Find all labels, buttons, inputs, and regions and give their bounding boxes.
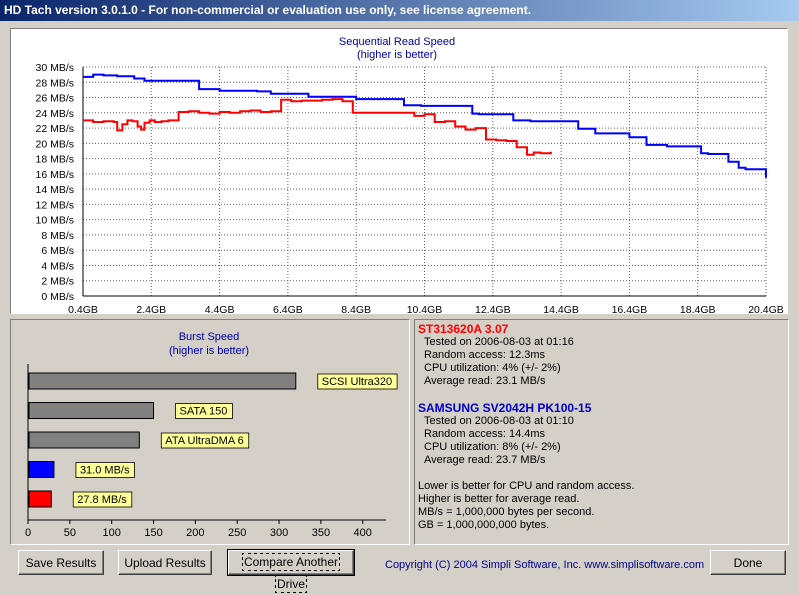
sequential-read-panel: Sequential Read Speed (higher is better)…: [10, 28, 788, 314]
burst-bars: SCSI Ultra320 SATA 150 ATA UltraDMA 6 31.0 …: [28, 372, 398, 508]
window-title-bar: HD Tach version 3.0.1.0 - For non-commer…: [0, 0, 799, 21]
done-label: Done: [733, 555, 763, 570]
seq-y-tick-label: 4 MB/s: [41, 260, 74, 272]
seq-y-tick-label: 28 MB/s: [35, 77, 74, 89]
burst-title-line1: Burst Speed: [179, 331, 240, 343]
drive1-results: ST313620A 3.07 Tested on 2006-08-03 at 0…: [418, 322, 574, 388]
note-line: MB/s = 1,000,000 bytes per second.: [418, 506, 595, 518]
seq-y-tick-label: 22 MB/s: [35, 123, 74, 135]
burst-bar: [28, 461, 55, 478]
seq-x-tick-label: 18,4GB: [680, 304, 716, 313]
drive1-name: ST313620A 3.07: [418, 322, 509, 336]
burst-bar-label-text: SATA 150: [180, 406, 228, 418]
drive2-tested: Tested on 2006-08-03 at 01:10: [424, 415, 574, 427]
seq-y-tick-label: 12 MB/s: [35, 199, 74, 211]
burst-bar-label: SATA 150: [175, 403, 233, 419]
copyright-text: Copyright (C) 2004 Simpli Software, Inc.…: [385, 559, 705, 571]
burst-x-tick-label: 400: [354, 527, 372, 539]
burst-bar: [28, 402, 155, 419]
seq-y-tick-label: 6 MB/s: [41, 245, 74, 257]
burst-x-tick-label: 250: [228, 527, 246, 539]
seq-y-tick-label: 0 MB/s: [41, 291, 74, 303]
drive1-cpu: CPU utilization: 4% (+/- 2%): [424, 362, 561, 374]
sequential-read-chart: Sequential Read Speed (higher is better)…: [35, 36, 784, 313]
burst-title-line2: (higher is better): [169, 345, 249, 357]
drive1-tested: Tested on 2006-08-03 at 01:16: [424, 336, 574, 348]
burst-x-tick-label: 0: [25, 527, 31, 539]
burst-bar-label: SCSI Ultra320: [317, 373, 398, 390]
drive2-random-access: Random access: 14.4ms: [424, 428, 546, 440]
burst-bar-label-text: ATA UltraDMA 6: [165, 435, 243, 447]
seq-y-tick-label: 14 MB/s: [35, 184, 74, 196]
burst-bar-label-text: 31.0 MB/s: [80, 465, 130, 477]
compare-another-drive-button[interactable]: Compare Another Drive: [227, 549, 355, 593]
seq-y-tick-label: 16 MB/s: [35, 169, 74, 181]
seq-y-tick-label: 10 MB/s: [35, 215, 74, 227]
seq-y-tick-label: 30 MB/s: [35, 62, 74, 74]
seq-x-tick-label: 10,4GB: [407, 304, 443, 313]
seq-x-tick-label: 20,4GB: [748, 304, 784, 313]
seq-y-tick-label: 24 MB/s: [35, 108, 74, 120]
seq-series: [83, 73, 767, 178]
seq-title-line2: (higher is better): [357, 49, 437, 61]
drive1-read-line: [83, 98, 552, 156]
seq-y-tick-label: 18 MB/s: [35, 154, 74, 166]
window-title: HD Tach version 3.0.1.0 - For non-commer…: [4, 3, 532, 17]
burst-x-tick-label: 150: [144, 527, 162, 539]
upload-results-button[interactable]: Upload Results: [118, 550, 212, 575]
seq-title-line1: Sequential Read Speed: [339, 36, 455, 48]
burst-bar: [28, 490, 52, 508]
seq-x-tick-label: 8,4GB: [341, 304, 371, 313]
burst-x-tick-label: 300: [270, 527, 288, 539]
results-info-panel: ST313620A 3.07 Tested on 2006-08-03 at 0…: [414, 319, 789, 545]
drive2-cpu: CPU utilization: 8% (+/- 2%): [424, 441, 561, 453]
seq-x-tick-label: 16,4GB: [612, 304, 648, 313]
save-results-label: Save Results: [25, 555, 97, 570]
seq-x-tick-label: 0,4GB: [68, 304, 98, 313]
seq-y-tick-label: 26 MB/s: [35, 93, 74, 105]
seq-x-tick-label: 12,4GB: [475, 304, 511, 313]
burst-speed-chart: Burst Speed (higher is better) 0 50 100 150…: [25, 331, 398, 539]
seq-x-tick-label: 4,4GB: [205, 304, 235, 313]
seq-x-tick-label: 14,4GB: [543, 304, 579, 313]
seq-grid: [82, 66, 767, 297]
seq-y-tick-label: 8 MB/s: [41, 230, 74, 242]
burst-bar: [28, 431, 140, 449]
burst-x-axis: 0 50 100 150 200 250 300 350 400: [25, 364, 386, 539]
drive2-read-line: [83, 73, 767, 178]
drive2-results: SAMSUNG SV2042H PK100-15 Tested on 2006-…: [418, 401, 591, 467]
burst-bar-label: 27.8 MB/s: [72, 491, 133, 508]
notes: Lower is better for CPU and random acces…: [418, 480, 634, 532]
seq-y-axis: 0 MB/s 2 MB/s 4 MB/s 6 MB/s 8 MB/s 10 MB/s 12 …: [35, 62, 74, 303]
burst-bar: [28, 372, 297, 390]
burst-x-tick-label: 100: [103, 527, 121, 539]
note-line: GB = 1,000,000,000 bytes.: [418, 519, 550, 531]
drive2-name: SAMSUNG SV2042H PK100-15: [418, 401, 592, 415]
burst-x-tick-label: 350: [312, 527, 330, 539]
note-line: Higher is better for average read.: [418, 493, 580, 505]
seq-x-tick-label: 2,4GB: [136, 304, 166, 313]
burst-x-tick-label: 200: [186, 527, 204, 539]
seq-x-tick-label: 6,4GB: [273, 304, 303, 313]
burst-x-tick-label: 50: [64, 527, 76, 539]
drive2-average: Average read: 23.7 MB/s: [424, 454, 546, 466]
burst-speed-panel: Burst Speed (higher is better) 0 50 100 150…: [10, 319, 410, 545]
note-line: Lower is better for CPU and random acces…: [418, 480, 635, 492]
seq-x-axis: 0,4GB 2,4GB 4,4GB 6,4GB 8,4GB 10,4GB 12,4GB 14,…: [68, 304, 784, 313]
compare-drive-label: Compare Another Drive: [241, 553, 341, 593]
save-results-button[interactable]: Save Results: [18, 550, 104, 575]
seq-y-tick-label: 20 MB/s: [35, 138, 74, 150]
upload-results-label: Upload Results: [124, 555, 206, 570]
drive1-average: Average read: 23.1 MB/s: [424, 375, 546, 387]
burst-bar-label: 31.0 MB/s: [75, 462, 135, 478]
burst-bar-label: ATA UltraDMA 6: [160, 432, 250, 449]
burst-bar-label-text: 27.8 MB/s: [77, 494, 127, 506]
done-button[interactable]: Done: [710, 550, 786, 575]
seq-y-tick-label: 2 MB/s: [41, 276, 74, 288]
burst-bar-label-text: SCSI Ultra320: [322, 376, 392, 388]
drive1-random-access: Random access: 12.3ms: [424, 349, 546, 361]
